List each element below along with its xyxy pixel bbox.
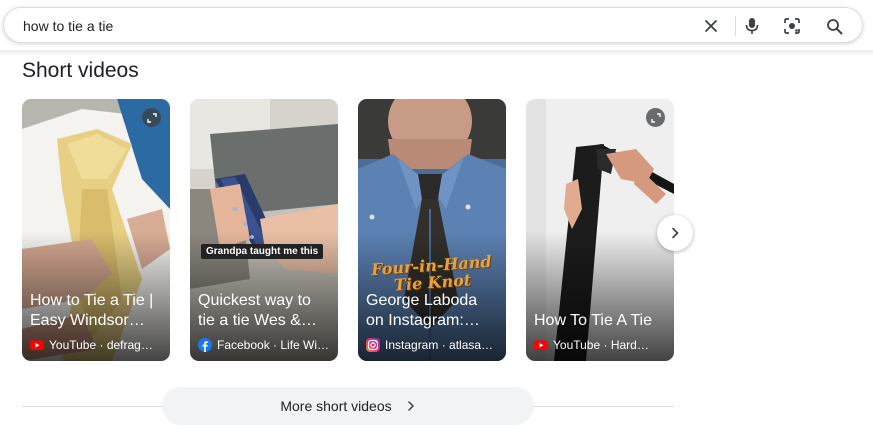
carousel-next-button[interactable] bbox=[657, 215, 693, 251]
youtube-icon bbox=[30, 338, 44, 352]
search-bar bbox=[3, 7, 863, 43]
video-title: How to Tie a Tie | Easy Windsor… bbox=[30, 292, 154, 329]
video-source-label: Instagram · atlasa… bbox=[385, 338, 494, 352]
chevron-right-icon bbox=[669, 227, 681, 239]
video-card[interactable]: Grandpa taught me this Quickest way to t… bbox=[190, 99, 338, 361]
search-divider bbox=[735, 16, 736, 36]
chevron-right-icon bbox=[406, 401, 416, 411]
close-icon[interactable] bbox=[701, 16, 721, 36]
video-card[interactable]: How To Tie A Tie YouTube · Hard… bbox=[526, 99, 674, 361]
video-overlay-caption: Grandpa taught me this bbox=[201, 244, 324, 259]
camera-lens-icon[interactable] bbox=[782, 16, 802, 36]
microphone-icon[interactable] bbox=[742, 16, 762, 36]
more-button-label: More short videos bbox=[280, 398, 392, 414]
video-source: YouTube · defrag… bbox=[30, 338, 164, 352]
search-icon[interactable] bbox=[824, 16, 844, 36]
video-source: Instagram · atlasa… bbox=[366, 338, 500, 352]
video-card[interactable]: How to Tie a Tie | Easy Windsor… YouTube… bbox=[22, 99, 170, 361]
instagram-icon bbox=[366, 338, 380, 352]
expand-icon bbox=[142, 108, 161, 127]
video-title: Quickest way to tie a tie Wes &… bbox=[198, 292, 317, 329]
expand-icon bbox=[646, 108, 665, 127]
section-title: Short videos bbox=[22, 59, 139, 82]
facebook-icon bbox=[198, 338, 212, 352]
youtube-icon bbox=[534, 338, 548, 352]
video-source-label: YouTube · Hard… bbox=[553, 338, 649, 352]
search-input[interactable] bbox=[23, 15, 683, 37]
header-shadow bbox=[0, 50, 873, 56]
video-title: George Laboda on Instagram:… bbox=[366, 292, 480, 329]
video-source: Facebook · Life Wi… bbox=[198, 338, 332, 352]
video-source: YouTube · Hard… bbox=[534, 338, 668, 352]
video-title: How To Tie A Tie bbox=[534, 312, 652, 329]
more-short-videos-button[interactable]: More short videos bbox=[162, 387, 534, 425]
video-source-label: Facebook · Life Wi… bbox=[217, 338, 330, 352]
video-card[interactable]: Four-in-Hand Tie Knot George Laboda on I… bbox=[358, 99, 506, 361]
video-source-label: YouTube · defrag… bbox=[49, 338, 153, 352]
